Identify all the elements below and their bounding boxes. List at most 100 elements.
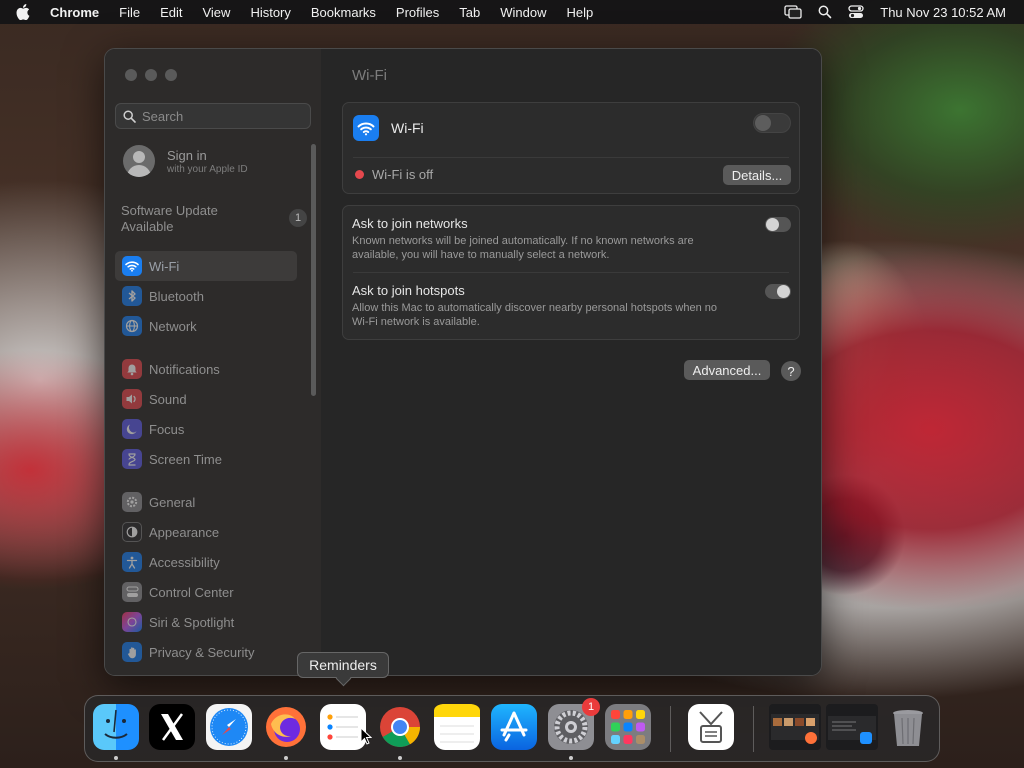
dock-system-settings[interactable]: 1 — [548, 698, 600, 750]
dock-recent-window-1[interactable] — [769, 704, 821, 750]
app-store-icon — [500, 711, 528, 742]
sidebar-item-privacy-security[interactable]: Privacy & Security — [115, 637, 297, 667]
signin-title: Sign in — [167, 147, 207, 163]
sidebar-item-label: General — [149, 494, 196, 510]
menu-window[interactable]: Window — [500, 5, 546, 20]
dock-recent-window-2[interactable] — [826, 704, 878, 750]
sidebar-item-label: Notifications — [149, 361, 220, 377]
ask-join-networks-row: Ask to join networks Known networks will… — [352, 216, 762, 262]
sidebar-item-screen-time[interactable]: Screen Time — [115, 444, 297, 474]
sidebar-item-accessibility[interactable]: Accessibility — [115, 547, 297, 577]
ask-join-hotspots-description: Allow this Mac to automatically discover… — [352, 302, 718, 328]
dock-app-store[interactable] — [491, 704, 537, 750]
sidebar-item-label: Appearance — [149, 524, 220, 540]
sidebar-item-sound[interactable]: Sound — [115, 384, 297, 414]
wifi-label: Wi-Fi — [391, 120, 424, 136]
dock-archive-utility[interactable] — [688, 704, 734, 750]
gear-icon — [122, 492, 142, 512]
menu-history[interactable]: History — [250, 5, 290, 20]
close-window-button[interactable] — [125, 69, 137, 81]
apple-id-signin[interactable]: Sign in with your Apple ID — [123, 145, 248, 177]
dock-firefox[interactable] — [263, 704, 309, 750]
sidebar-item-label: Accessibility — [149, 554, 220, 570]
safari-compass-icon — [210, 708, 248, 746]
archive-utility-icon — [699, 711, 723, 743]
ask-join-hotspots-row: Ask to join hotspots Allow this Mac to a… — [352, 283, 762, 329]
sidebar-item-label: Siri & Spotlight — [149, 614, 235, 630]
sidebar-item-wifi[interactable]: Wi-Fi — [115, 251, 297, 281]
search-field[interactable] — [115, 103, 311, 129]
sidebar-item-general[interactable]: General — [115, 487, 297, 517]
menu-tab[interactable]: Tab — [459, 5, 480, 20]
sidebar-item-siri-spotlight[interactable]: Siri & Spotlight — [115, 607, 297, 637]
dock-finder[interactable] — [93, 704, 139, 750]
globe-icon — [122, 316, 142, 336]
menu-file[interactable]: File — [119, 5, 140, 20]
sidebar-item-control-center[interactable]: Control Center — [115, 577, 297, 607]
dock-trash[interactable] — [885, 704, 931, 750]
mouse-cursor-icon — [360, 726, 373, 750]
wifi-status: Wi-Fi is off — [355, 167, 433, 182]
sidebar-item-notifications[interactable]: Notifications — [115, 354, 297, 384]
sidebar-item-label: Focus — [149, 421, 185, 437]
firefox-icon — [266, 707, 306, 747]
menu-bar-clock[interactable]: Thu Nov 23 10:52 AM — [880, 5, 1006, 20]
menu-edit[interactable]: Edit — [160, 5, 182, 20]
dock-launchpad[interactable] — [605, 704, 651, 750]
dock-chrome[interactable] — [377, 704, 423, 750]
running-indicator — [284, 756, 288, 760]
status-off-dot — [355, 170, 364, 179]
sidebar-item-label: Wi-Fi — [149, 258, 180, 274]
speaker-icon — [122, 389, 142, 409]
software-update-label-line2: Available — [121, 219, 174, 234]
ask-join-hotspots-toggle[interactable] — [765, 284, 791, 299]
window-thumbnail-icon — [771, 714, 819, 744]
sidebar-item-bluetooth[interactable]: Bluetooth — [115, 281, 297, 311]
apple-menu-icon[interactable] — [16, 4, 36, 20]
launchpad-grid-icon — [611, 710, 645, 744]
divider — [353, 157, 789, 158]
dock-notes[interactable] — [434, 704, 480, 750]
dock-safari[interactable] — [206, 704, 252, 750]
hand-icon — [122, 642, 142, 662]
ask-join-networks-toggle[interactable] — [765, 217, 791, 232]
sidebar-item-label: Screen Time — [149, 451, 222, 467]
sidebar-scrollbar[interactable] — [311, 144, 316, 396]
wifi-icon — [122, 256, 142, 276]
menu-bar: Chrome File Edit View History Bookmarks … — [0, 0, 1024, 24]
advanced-button[interactable]: Advanced... — [684, 360, 770, 380]
menu-bookmarks[interactable]: Bookmarks — [311, 5, 376, 20]
control-center-icon[interactable] — [848, 5, 864, 19]
bluetooth-icon — [122, 286, 142, 306]
search-input[interactable] — [142, 108, 292, 124]
dock-separator — [753, 706, 754, 752]
menu-app-name[interactable]: Chrome — [50, 5, 99, 20]
ask-join-networks-description: Known networks will be joined automatica… — [352, 235, 694, 261]
menu-help[interactable]: Help — [567, 5, 594, 20]
wifi-toggle[interactable] — [753, 113, 791, 133]
menu-profiles[interactable]: Profiles — [396, 5, 439, 20]
wifi-icon — [353, 115, 379, 141]
sidebar-item-appearance[interactable]: Appearance — [115, 517, 297, 547]
menu-view[interactable]: View — [202, 5, 230, 20]
notes-icon — [434, 704, 480, 743]
sidebar-item-focus[interactable]: Focus — [115, 414, 297, 444]
running-indicator — [114, 756, 118, 760]
wifi-status-text: Wi-Fi is off — [372, 167, 434, 182]
running-indicator — [569, 756, 573, 760]
software-update-label-line1: Software Update — [121, 203, 218, 218]
software-update-item[interactable]: Software Update Available 1 — [121, 203, 307, 235]
details-button[interactable]: Details... — [723, 165, 791, 185]
help-button[interactable]: ? — [781, 361, 801, 381]
control-center-icon — [122, 582, 142, 602]
appearance-icon — [122, 522, 142, 542]
window-thumbnail-icon — [828, 716, 876, 744]
zoom-window-button[interactable] — [165, 69, 177, 81]
dock-x[interactable] — [149, 704, 195, 750]
spotlight-search-icon[interactable] — [818, 5, 832, 19]
minimize-window-button[interactable] — [145, 69, 157, 81]
sidebar-item-network[interactable]: Network — [115, 311, 297, 341]
finder-icon — [104, 709, 128, 739]
system-settings-window: Sign in with your Apple ID Software Upda… — [104, 48, 822, 676]
screen-mirroring-icon[interactable] — [784, 5, 802, 19]
